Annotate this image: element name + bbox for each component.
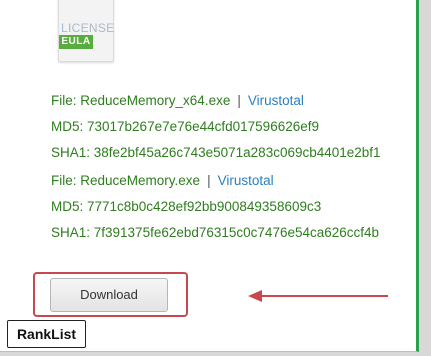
download-button[interactable]: Download	[50, 278, 168, 312]
virustotal-link[interactable]: Virustotal	[248, 93, 304, 108]
ranklist-button[interactable]: RankList	[7, 320, 86, 348]
file-name: File: ReduceMemory_x64.exe	[51, 93, 231, 108]
license-label: LICENSE	[61, 21, 115, 35]
eula-badge: EULA	[59, 35, 93, 49]
sha1-hash: SHA1: 38fe2bf45a26c743e5071a283c069cb440…	[51, 145, 381, 160]
file-row: File: ReduceMemory.exe | Virustotal	[51, 168, 379, 194]
left-arrow-icon	[248, 290, 388, 302]
separator: |	[207, 173, 211, 188]
file-row: File: ReduceMemory_x64.exe | Virustotal	[51, 88, 381, 114]
virustotal-link[interactable]: Virustotal	[218, 173, 274, 188]
file-info-x64: File: ReduceMemory_x64.exe | Virustotal MD…	[51, 88, 381, 166]
download-panel: LICENSE EULA File: ReduceMemory_x64.exe |…	[0, 0, 419, 352]
separator: |	[237, 93, 241, 108]
md5-hash: MD5: 73017b267e7e76e44cfd017596626ef9	[51, 119, 319, 134]
sha1-hash: SHA1: 7f391375fe62ebd76315c0c7476e54ca62…	[51, 225, 380, 240]
md5-hash: MD5: 7771c8b0c428ef92bb900849358609c3	[51, 199, 322, 214]
file-name: File: ReduceMemory.exe	[51, 173, 201, 188]
file-info-x86: File: ReduceMemory.exe | Virustotal MD5: 7…	[51, 168, 379, 246]
license-file-icon: LICENSE EULA	[58, 0, 114, 62]
